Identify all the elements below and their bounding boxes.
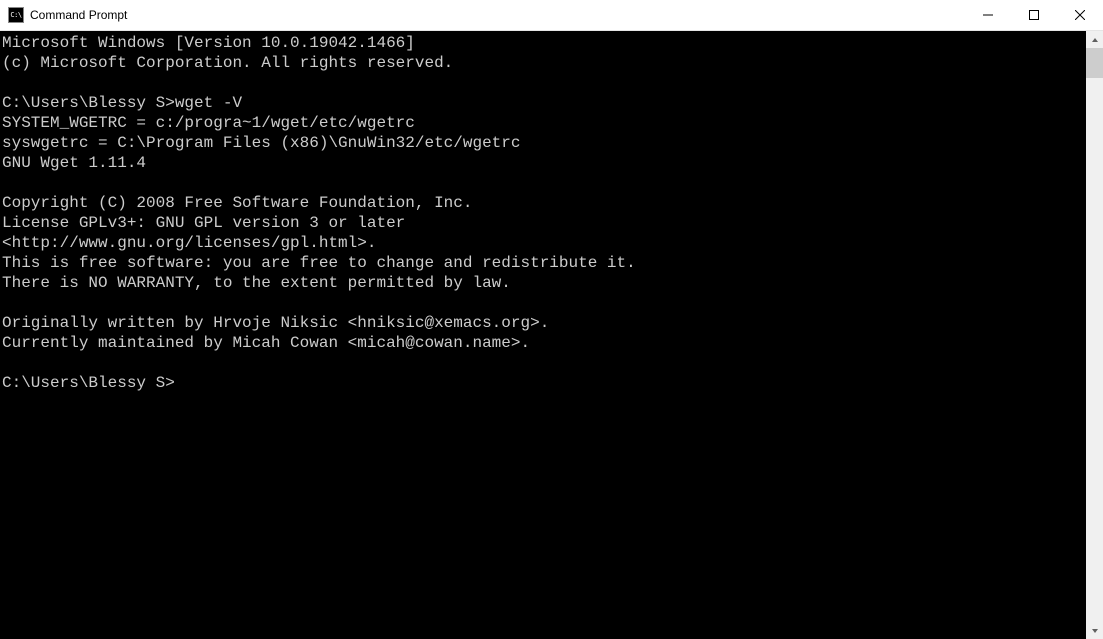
terminal-line: GNU Wget 1.11.4 [2, 154, 146, 172]
scrollbar-track[interactable] [1086, 48, 1103, 622]
terminal-line: This is free software: you are free to c… [2, 254, 636, 272]
terminal-line: SYSTEM_WGETRC = c:/progra~1/wget/etc/wge… [2, 114, 415, 132]
terminal-line: syswgetrc = C:\Program Files (x86)\GnuWi… [2, 134, 520, 152]
content-area: Microsoft Windows [Version 10.0.19042.14… [0, 31, 1103, 639]
titlebar[interactable]: C:\ Command Prompt [0, 0, 1103, 31]
terminal-line: Currently maintained by Micah Cowan <mic… [2, 334, 530, 352]
cmd-icon: C:\ [8, 7, 24, 23]
terminal-line: Microsoft Windows [Version 10.0.19042.14… [2, 34, 415, 52]
close-button[interactable] [1057, 0, 1103, 30]
terminal-line: License GPLv3+: GNU GPL version 3 or lat… [2, 214, 405, 232]
scroll-up-button[interactable] [1086, 31, 1103, 48]
window-title: Command Prompt [30, 8, 127, 22]
terminal-line: (c) Microsoft Corporation. All rights re… [2, 54, 453, 72]
minimize-button[interactable] [965, 0, 1011, 30]
scrollbar-thumb[interactable] [1086, 48, 1103, 78]
window-controls [965, 0, 1103, 30]
scroll-down-button[interactable] [1086, 622, 1103, 639]
terminal-output[interactable]: Microsoft Windows [Version 10.0.19042.14… [0, 31, 1086, 639]
vertical-scrollbar[interactable] [1086, 31, 1103, 639]
current-prompt: C:\Users\Blessy S> [2, 374, 175, 392]
terminal-line: C:\Users\Blessy S>wget -V [2, 94, 242, 112]
terminal-line: There is NO WARRANTY, to the extent perm… [2, 274, 511, 292]
terminal-line: Originally written by Hrvoje Niksic <hni… [2, 314, 549, 332]
maximize-button[interactable] [1011, 0, 1057, 30]
terminal-line: Copyright (C) 2008 Free Software Foundat… [2, 194, 472, 212]
terminal-line: <http://www.gnu.org/licenses/gpl.html>. [2, 234, 376, 252]
